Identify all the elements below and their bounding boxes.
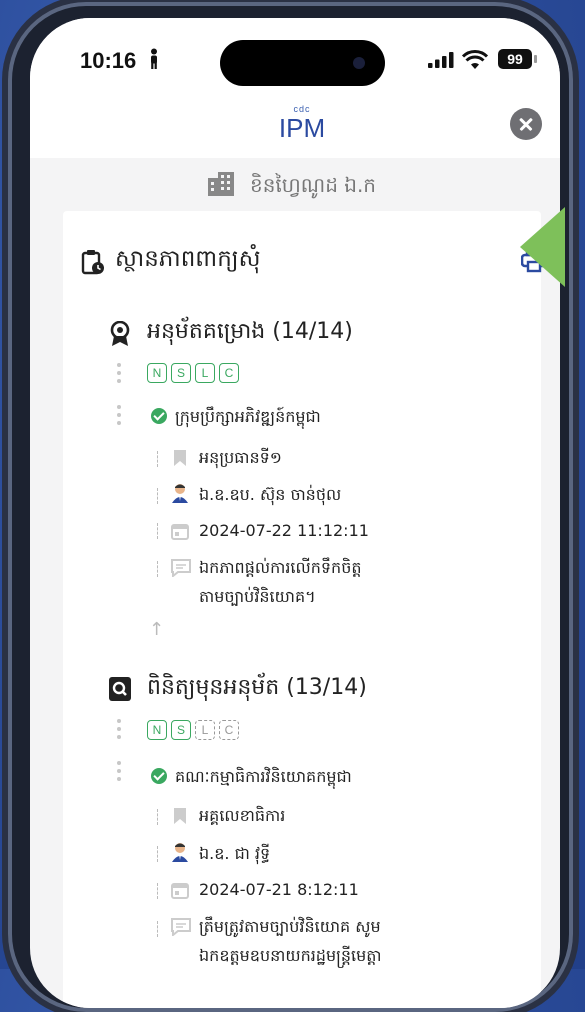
company-header: ខិនហ្វៃណូដ ឯ.ក <box>30 168 560 208</box>
status-time: 10:16 <box>80 48 137 73</box>
role: អគ្គលេខាធិការ <box>199 806 286 825</box>
battery-tip <box>534 55 537 63</box>
timeline-dash <box>157 921 158 937</box>
timeline-dash <box>157 883 158 899</box>
drag-handle <box>117 719 121 743</box>
app-header: cdc IPM <box>30 98 560 158</box>
badge: C <box>219 720 239 740</box>
status-bar: 10:16 99 <box>30 18 560 98</box>
check-icon <box>151 408 167 424</box>
badge: C <box>219 363 239 383</box>
org-name: ក្រុមប្រឹក្សាអភិវឌ្ឍន៍កម្ពុជា <box>175 407 321 426</box>
battery-icon: 99 <box>498 49 532 69</box>
person-name: ឯ.ឧ.ឧប. ស៊ុន ចាន់ថុល <box>199 485 342 504</box>
datetime: 2024-07-22 11:12:11 <box>199 521 369 540</box>
stage-badges: N S L C <box>147 720 239 740</box>
timeline-dash <box>157 488 158 504</box>
comment-line: ឯកភាពផ្ដល់ការលើកទឹកចិត្ត <box>199 558 362 577</box>
ipm-logo: cdc IPM <box>272 104 332 142</box>
search-doc-icon <box>109 677 131 701</box>
badge: L <box>195 720 215 740</box>
badge: S <box>171 363 191 383</box>
calendar-icon <box>171 524 189 540</box>
datetime: 2024-07-21 8:12:11 <box>199 880 359 899</box>
badge: S <box>171 720 191 740</box>
arrow-up-icon: ↑ <box>149 619 165 640</box>
company-name: ខិនហ្វៃណូដ ឯ.ក <box>250 173 376 197</box>
timeline-dash <box>157 451 158 467</box>
section-title: ស្ថានភាពពាក្យសុំ <box>115 246 261 272</box>
stage-title: អនុម័តគម្រោង (14/14) <box>147 319 353 344</box>
drag-handle <box>117 363 121 387</box>
avatar-icon <box>172 484 188 503</box>
avatar-icon <box>172 843 188 862</box>
award-icon <box>110 321 130 346</box>
person-icon <box>151 48 157 69</box>
stage-title: ពិនិត្យមុនអនុម័ត (13/14) <box>147 675 367 700</box>
badge: N <box>147 720 167 740</box>
building-icon <box>208 172 234 196</box>
role: អនុប្រធានទី១ <box>199 448 282 467</box>
comment-icon <box>171 559 191 577</box>
status-card: ស្ថានភាពពាក្យសុំ អនុម័តគម្រោង (14/14) N … <box>63 211 547 1008</box>
timeline-dash <box>157 846 158 862</box>
comment-icon <box>171 918 191 936</box>
timeline-dash <box>157 809 158 825</box>
check-icon <box>151 768 167 784</box>
calendar-icon <box>171 883 189 899</box>
logo-main: IPM <box>278 113 326 143</box>
drag-handle <box>117 761 121 785</box>
close-button[interactable] <box>510 108 542 140</box>
badge: N <box>147 363 167 383</box>
signal-icon <box>428 52 454 68</box>
comment-line: តាមច្បាប់វិនិយោគ។ <box>199 587 316 606</box>
pointer-arrow-icon <box>520 207 565 287</box>
bookmark-icon <box>174 450 186 466</box>
clipboard-clock-icon <box>81 250 104 275</box>
phone-frame: 10:16 99 cdc IPM ខិនហ្វៃណូដ ឯ.ក ស្ថានភាព… <box>8 2 573 1012</box>
person-name: ឯ.ឧ. ជា វុទ្ធី <box>199 844 271 863</box>
drag-handle <box>117 405 121 429</box>
timeline-dash <box>157 561 158 577</box>
timeline-dash <box>157 523 158 539</box>
stage-badges: N S L C <box>147 363 239 383</box>
bookmark-icon <box>174 808 186 824</box>
screen: 10:16 99 cdc IPM ខិនហ្វៃណូដ ឯ.ក ស្ថានភាព… <box>30 18 560 1008</box>
wifi-icon <box>462 50 488 69</box>
dynamic-island <box>220 40 385 86</box>
badge: L <box>195 363 215 383</box>
comment-line: ត្រឹមត្រូវតាមច្បាប់វិនិយោគ សូម <box>199 917 381 936</box>
org-name: គណៈកម្មាធិការវិនិយោគកម្ពុជា <box>175 767 352 786</box>
comment-line: ឯកឧត្តមឧបនាយករដ្ឋមន្ត្រីមេត្តា <box>199 946 382 965</box>
